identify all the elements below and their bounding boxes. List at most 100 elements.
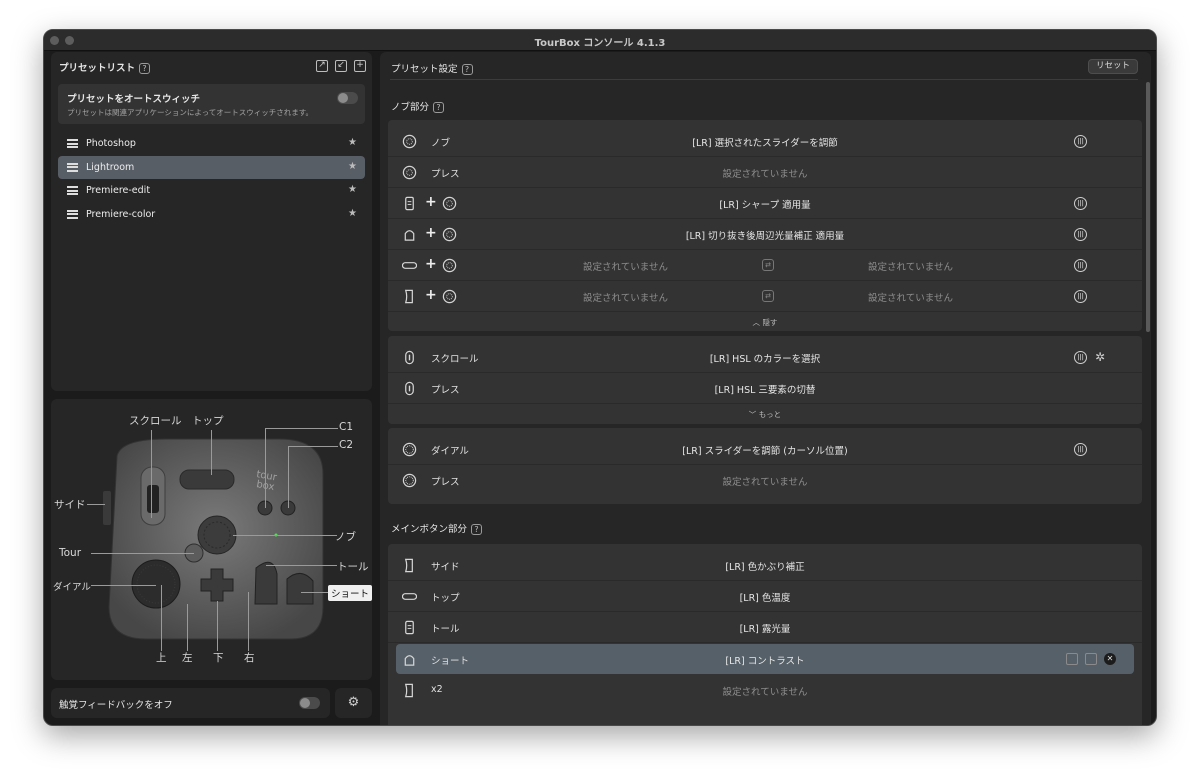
action-label: [LR] HSL 三要素の切替 (714, 385, 816, 396)
preset-item-premiere-edit[interactable]: Premiere-edit ★ (58, 179, 365, 203)
preset-name: Premiere-color (86, 208, 156, 220)
add-icon[interactable]: + (354, 60, 366, 72)
menu-icon (67, 209, 78, 219)
help-icon[interactable]: ? (433, 102, 445, 113)
action-left-label: 設定されていません (583, 293, 668, 304)
more-label: もっと (758, 410, 782, 419)
action-label: [LR] 露光量 (739, 624, 791, 635)
mapping-row[interactable]: プレス [LR] HSL 三要素の切替 (388, 373, 1142, 404)
action-label: [LR] 色温度 (739, 593, 791, 604)
action-label: 設定されていません (722, 687, 808, 698)
scroll-wheel (147, 485, 159, 513)
haptic-icon[interactable]: ||| (1074, 290, 1087, 303)
dial-card: ダイアル [LR] スライダーを調節 (カーソル位置) ||| プレス 設定され… (388, 428, 1142, 504)
label-right: 右 (244, 652, 255, 664)
edit-icon[interactable] (1066, 653, 1078, 665)
swap-icon[interactable]: ⇄ (762, 290, 774, 302)
label-tall: トール (337, 561, 369, 573)
haptic-icon[interactable]: ||| (1074, 135, 1087, 148)
mapping-row[interactable]: + 設定されていません ⇄ 設定されていません ||| (388, 281, 1142, 312)
label-up: 上 (156, 652, 167, 664)
menu-icon (67, 186, 78, 195)
mapping-row[interactable]: サイド [LR] 色かぶり補正 (388, 550, 1142, 581)
mapping-row[interactable]: トップ [LR] 色温度 (388, 581, 1142, 612)
mapping-row[interactable]: + [LR] 切り抜き後周辺光量補正 適用量 ||| (388, 219, 1142, 250)
haptic-icon[interactable]: ||| (1074, 197, 1087, 210)
preset-list-panel: プリセットリスト? ↗ ↙ + プリセットをオートスウィッチ プリセットは関連ア… (51, 52, 372, 391)
action-label: [LR] HSL のカラーを選択 (709, 354, 821, 365)
mapping-row[interactable]: x2 設定されていません (388, 675, 1142, 706)
label-scroll: スクロール (129, 415, 182, 427)
label-left: 左 (182, 652, 193, 664)
preset-name: Premiere-edit (86, 185, 151, 196)
close-icon[interactable]: ✕ (1104, 653, 1116, 665)
help-icon[interactable]: ? (471, 524, 483, 535)
mapping-row[interactable]: スクロール [LR] HSL のカラーを選択 ||| ✲ (388, 342, 1142, 373)
mapping-row[interactable]: ノブ [LR] 選択されたスライダーを調節 ||| (388, 126, 1142, 157)
window-title: TourBox コンソール 4.1.3 (534, 38, 666, 49)
import-icon[interactable]: ↙ (335, 60, 347, 72)
main-buttons-card: サイド [LR] 色かぶり補正 トップ [LR] 色温度 トール [LR] 露光… (388, 544, 1142, 725)
app-window: TourBox コンソール 4.1.3 プリセットリスト? ↗ ↙ + プリセッ… (43, 29, 1157, 726)
preset-item-premiere-color[interactable]: Premiere-color ★ (58, 203, 365, 227)
mapping-row[interactable]: トール [LR] 露光量 (388, 612, 1142, 643)
preset-item-photoshop[interactable]: Photoshop ★ (58, 132, 365, 156)
haptic-icon[interactable]: ||| (1074, 228, 1087, 241)
star-icon[interactable]: ★ (348, 137, 357, 148)
haptic-icon[interactable]: ||| (1074, 443, 1087, 456)
loading-icon: ✲ (1095, 350, 1106, 364)
action-label: [LR] シャープ 適用量 (719, 200, 811, 211)
star-icon[interactable]: ★ (348, 161, 357, 172)
mapping-row[interactable]: プレス 設定されていません (388, 157, 1142, 188)
haptic-feedback-toggle[interactable] (299, 697, 320, 709)
menu-icon (67, 162, 78, 172)
star-icon[interactable]: ★ (348, 184, 357, 195)
mapping-row[interactable]: + [LR] シャープ 適用量 ||| (388, 188, 1142, 219)
more-link[interactable]: ﹀ もっと (388, 409, 1142, 420)
copy-icon[interactable] (1085, 653, 1097, 665)
autoswitch-toggle[interactable] (337, 92, 358, 104)
action-label: [LR] 切り抜き後周辺光量補正 適用量 (685, 231, 845, 242)
label-top: トップ (192, 415, 224, 427)
settings-button[interactable]: ⚙ (335, 688, 372, 718)
knob-icon (442, 289, 457, 304)
scrollbar[interactable] (1146, 82, 1150, 332)
mapping-row[interactable]: + 設定されていません ⇄ 設定されていません ||| (388, 250, 1142, 281)
label-dial: ダイアル (53, 582, 91, 593)
mapping-row-selected[interactable]: ショート [LR] コントラスト ✕ (396, 644, 1134, 674)
preset-name: Lightroom (86, 161, 135, 173)
haptic-feedback-label: 触覚フィードバックをオフ (59, 700, 173, 711)
menu-icon (67, 139, 78, 148)
label-c2: C2 (339, 439, 354, 451)
action-right-label: 設定されていません (868, 262, 953, 273)
haptic-icon[interactable]: ||| (1074, 259, 1087, 272)
autoswitch-box: プリセットをオートスウィッチ プリセットは関連アプリケーションによってオートスウ… (58, 84, 365, 124)
star-icon[interactable]: ★ (348, 208, 357, 219)
preset-item-lightroom[interactable]: Lightroom ★ (58, 155, 365, 179)
scroll-card: スクロール [LR] HSL のカラーを選択 ||| ✲ プレス [LR] HS… (388, 336, 1142, 424)
reset-button[interactable]: リセット (1088, 59, 1138, 74)
label-down: 下 (213, 652, 224, 664)
top-button-shape (179, 469, 235, 490)
preset-settings-header: プリセット設定? (391, 61, 473, 75)
plus-icon: + (425, 256, 437, 272)
knob-section-title: ノブ部分 (391, 102, 430, 113)
haptic-icon[interactable]: ||| (1074, 351, 1087, 364)
action-right-label: 設定されていません (868, 293, 953, 304)
swap-icon[interactable]: ⇄ (762, 259, 774, 271)
mapping-row[interactable]: ダイアル [LR] スライダーを調節 (カーソル位置) ||| (388, 434, 1142, 465)
collapse-label: 隠す (762, 318, 778, 327)
action-label: [LR] コントラスト (725, 656, 805, 667)
action-label: [LR] スライダーを調節 (カーソル位置) (682, 446, 848, 457)
side-button-shape (103, 491, 111, 525)
preset-list-title: プリセットリスト (59, 63, 136, 74)
chevron-up-icon: ︿ (752, 318, 763, 327)
preset-name: Photoshop (86, 138, 136, 149)
help-icon[interactable]: ? (139, 63, 151, 74)
help-icon[interactable]: ? (461, 64, 473, 75)
label-side: サイド (54, 499, 86, 511)
mapping-row[interactable]: プレス 設定されていません (388, 465, 1142, 496)
action-label: 設定されていません (722, 477, 808, 488)
export-icon[interactable]: ↗ (316, 60, 328, 72)
collapse-link[interactable]: ︿ 隠す (388, 317, 1142, 328)
